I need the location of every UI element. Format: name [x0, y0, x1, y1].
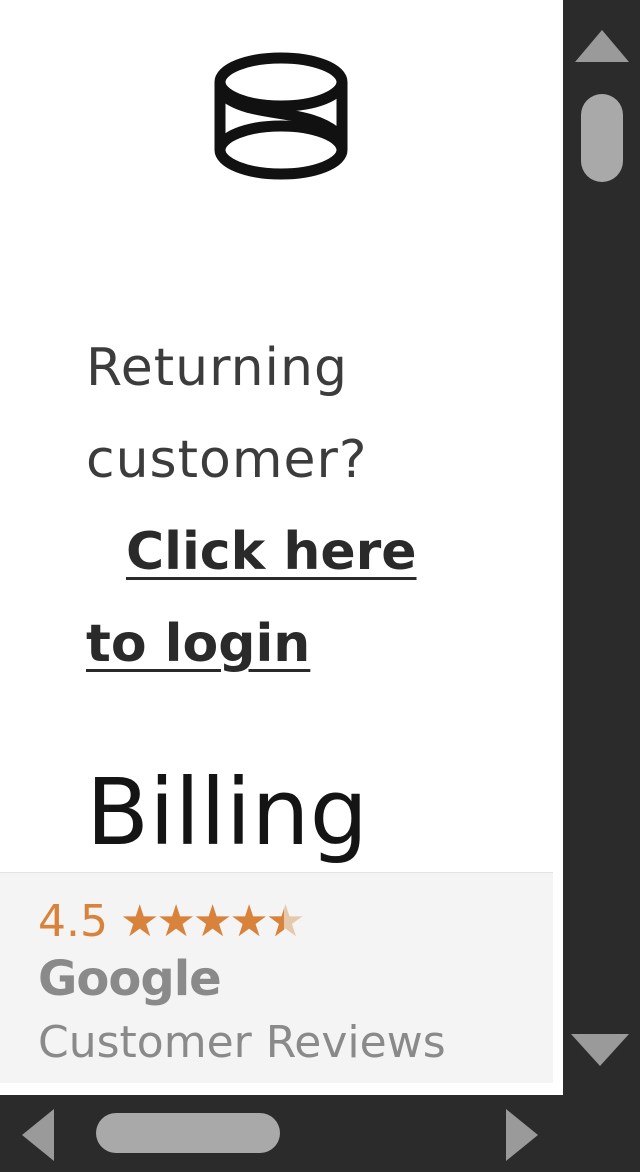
- vertical-scrollbar-thumb[interactable]: [581, 94, 623, 182]
- google-brand-text: Google: [38, 951, 222, 1007]
- rating-value: 4.5: [38, 895, 108, 947]
- customer-reviews-label: Customer Reviews: [38, 1017, 446, 1068]
- scroll-right-arrow-icon[interactable]: [506, 1109, 538, 1161]
- billing-heading: Billing: [86, 759, 369, 866]
- brand-logo-icon[interactable]: [210, 48, 352, 184]
- page-viewport: Returning customer? Click here to login …: [0, 0, 563, 1095]
- scroll-up-arrow-icon[interactable]: [575, 30, 629, 62]
- login-link-continued[interactable]: to login: [86, 598, 310, 690]
- star-rating-icon: ★★★★★: [119, 895, 305, 947]
- horizontal-scrollbar[interactable]: [0, 1095, 640, 1172]
- google-customer-reviews-badge[interactable]: 4.5 ★★★★★ Google Customer Reviews: [0, 872, 553, 1083]
- login-link[interactable]: Click here: [126, 506, 417, 598]
- returning-customer-text: Returning customer?: [86, 338, 368, 490]
- horizontal-scrollbar-thumb[interactable]: [96, 1113, 280, 1153]
- vertical-scrollbar[interactable]: [563, 0, 640, 1095]
- rating-row: 4.5 ★★★★★: [38, 893, 305, 949]
- half-star-icon: ★: [266, 896, 305, 947]
- full-stars: ★★★★: [119, 895, 269, 947]
- scroll-left-arrow-icon[interactable]: [22, 1109, 54, 1161]
- scroll-down-arrow-icon[interactable]: [571, 1034, 629, 1066]
